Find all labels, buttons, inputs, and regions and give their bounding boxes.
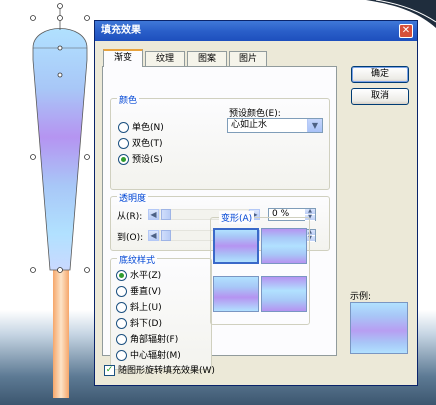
radio-diagonal-up-label: 斜上(U) xyxy=(130,303,162,313)
tab-gradient-label: 渐变 xyxy=(113,53,132,63)
rotate-with-shape-label: 随图形旋转填充效果(W) xyxy=(118,366,215,376)
tab-pattern[interactable]: 图案 xyxy=(187,51,227,66)
radio-diagonal-up[interactable]: 斜上(U) xyxy=(116,300,162,313)
rotate-with-shape-checkbox[interactable]: ✓ 随图形旋转填充效果(W) xyxy=(104,363,215,376)
to-slider-left-arrow[interactable]: ◀ xyxy=(148,230,159,241)
variants-group: 变形(A) xyxy=(210,211,310,325)
selected-shape[interactable] xyxy=(0,0,100,405)
radio-vertical-circle xyxy=(116,286,127,297)
radio-horizontal-label: 水平(Z) xyxy=(130,271,162,281)
dialog-titlebar[interactable]: 填充效果 xyxy=(95,21,417,41)
radio-from-corner-circle xyxy=(116,334,127,345)
checkmark-icon: ✓ xyxy=(104,365,115,376)
radio-from-center[interactable]: 中心辐射(M) xyxy=(116,348,181,361)
radio-one-color-label: 单色(N) xyxy=(132,123,164,133)
close-icon: ✕ xyxy=(401,25,411,36)
tab-picture[interactable]: 图片 xyxy=(229,51,267,66)
fill-effects-dialog: 填充效果 ✕ 渐变 纹理 图案 图片 颜色 单色(N) 双色(T) 预设(S) … xyxy=(94,20,418,386)
chevron-down-icon: ▼ xyxy=(307,119,322,132)
radio-from-corner[interactable]: 角部辐射(F) xyxy=(116,332,178,345)
radio-from-corner-label: 角部辐射(F) xyxy=(130,335,179,345)
tab-texture[interactable]: 纹理 xyxy=(145,51,185,66)
variants-title: 变形(A) xyxy=(219,211,255,224)
from-label: 从(R): xyxy=(117,212,143,222)
variant-2[interactable] xyxy=(261,228,307,264)
ok-button-label: 确定 xyxy=(370,69,389,79)
radio-horizontal[interactable]: 水平(Z) xyxy=(116,268,161,281)
tab-gradient[interactable]: 渐变 xyxy=(103,49,143,67)
radio-diagonal-down-circle xyxy=(116,318,127,329)
to-slider-thumb[interactable] xyxy=(161,230,171,241)
popsicle-stick xyxy=(53,270,69,398)
radio-preset[interactable]: 预设(S) xyxy=(118,152,163,165)
colors-group-title: 颜色 xyxy=(117,93,140,106)
cancel-button[interactable]: 取消 xyxy=(351,88,409,105)
radio-one-color[interactable]: 单色(N) xyxy=(118,120,164,133)
variant-4[interactable] xyxy=(261,276,307,312)
radio-diagonal-down[interactable]: 斜下(D) xyxy=(116,316,162,329)
shading-styles-title: 底纹样式 xyxy=(117,253,158,266)
preset-colors-dropdown[interactable]: 心如止水 ▼ xyxy=(227,118,323,133)
radio-preset-circle xyxy=(118,154,129,165)
radio-preset-label: 预设(S) xyxy=(132,155,163,165)
radio-diagonal-down-label: 斜下(D) xyxy=(130,319,162,329)
radio-two-colors[interactable]: 双色(T) xyxy=(118,136,163,149)
radio-vertical-label: 垂直(V) xyxy=(130,287,162,297)
radio-two-colors-circle xyxy=(118,138,129,149)
radio-two-colors-label: 双色(T) xyxy=(132,139,163,149)
sample-label: 示例: xyxy=(350,292,372,302)
colors-group: 颜色 单色(N) 双色(T) 预设(S) 预设颜色(E): 心如止水 ▼ xyxy=(110,93,330,190)
close-button[interactable]: ✕ xyxy=(399,24,413,38)
dialog-title: 填充效果 xyxy=(101,25,141,36)
radio-horizontal-circle xyxy=(116,270,127,281)
to-label: 到(O): xyxy=(117,233,144,243)
transparency-group-title: 透明度 xyxy=(117,191,149,204)
from-slider-thumb[interactable] xyxy=(161,209,171,220)
sample-preview xyxy=(350,302,408,354)
from-slider-left-arrow[interactable]: ◀ xyxy=(148,209,159,220)
radio-diagonal-up-circle xyxy=(116,302,127,313)
radio-from-center-circle xyxy=(116,350,127,361)
radio-from-center-label: 中心辐射(M) xyxy=(130,351,181,361)
variant-1[interactable] xyxy=(213,228,259,264)
cancel-button-label: 取消 xyxy=(370,91,389,101)
ok-button[interactable]: 确定 xyxy=(351,66,409,83)
radio-vertical[interactable]: 垂直(V) xyxy=(116,284,161,297)
radio-one-color-circle xyxy=(118,122,129,133)
tab-texture-label: 纹理 xyxy=(155,54,174,64)
tab-picture-label: 图片 xyxy=(238,54,257,64)
tab-pattern-label: 图案 xyxy=(197,54,216,64)
shading-styles-group: 底纹样式 水平(Z) 垂直(V) 斜上(U) 斜下(D) 角部辐射(F) 中心辐… xyxy=(110,253,212,370)
variant-3[interactable] xyxy=(213,276,259,312)
preset-colors-value: 心如止水 xyxy=(231,120,268,130)
